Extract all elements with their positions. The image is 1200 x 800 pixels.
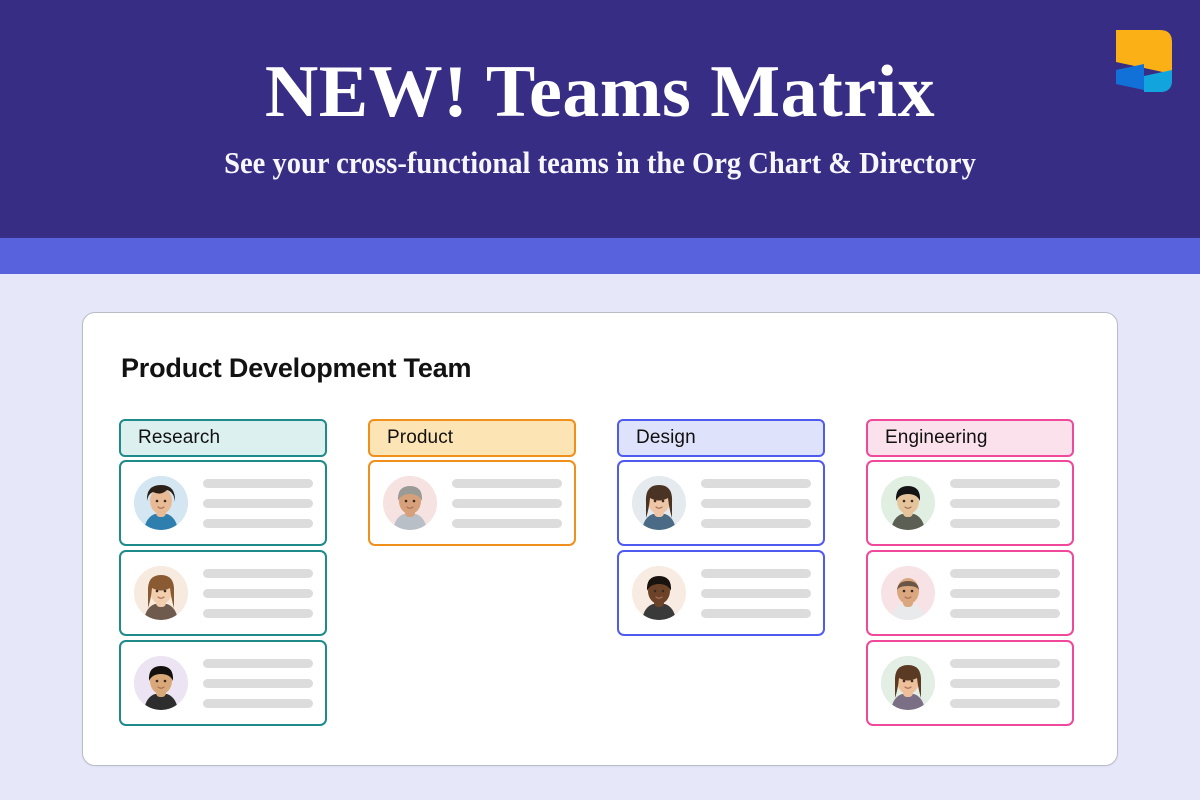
placeholder-line xyxy=(950,659,1060,668)
team-column-engineering: Engineering xyxy=(866,419,1074,726)
placeholder-line xyxy=(452,519,562,528)
member-placeholder-lines xyxy=(950,658,1060,708)
team-column-product: Product xyxy=(368,419,576,726)
member-placeholder-lines xyxy=(701,568,811,618)
placeholder-line xyxy=(203,569,313,578)
avatar-design-1 xyxy=(632,476,686,530)
placeholder-line xyxy=(701,479,811,488)
placeholder-line xyxy=(950,609,1060,618)
hero-section: NEW! Teams Matrix See your cross-functio… xyxy=(0,0,1200,238)
placeholder-line xyxy=(701,569,811,578)
placeholder-line xyxy=(950,499,1060,508)
member-placeholder-lines xyxy=(452,478,562,528)
member-placeholder-lines xyxy=(950,478,1060,528)
company-logo-icon xyxy=(1102,18,1186,102)
placeholder-line xyxy=(203,499,313,508)
column-header-research[interactable]: Research xyxy=(119,419,327,457)
avatar-research-1 xyxy=(134,476,188,530)
placeholder-line xyxy=(203,479,313,488)
member-card[interactable] xyxy=(866,640,1074,726)
placeholder-line xyxy=(701,519,811,528)
placeholder-line xyxy=(701,589,811,598)
member-card[interactable] xyxy=(119,550,327,636)
member-card[interactable] xyxy=(866,550,1074,636)
avatar-product-1 xyxy=(383,476,437,530)
placeholder-line xyxy=(452,479,562,488)
member-card[interactable] xyxy=(866,460,1074,546)
placeholder-line xyxy=(950,479,1060,488)
placeholder-line xyxy=(203,699,313,708)
avatar-engineering-2 xyxy=(881,566,935,620)
avatar-engineering-3 xyxy=(881,656,935,710)
member-card[interactable] xyxy=(119,460,327,546)
member-placeholder-lines xyxy=(701,478,811,528)
placeholder-line xyxy=(203,589,313,598)
column-header-design[interactable]: Design xyxy=(617,419,825,457)
member-placeholder-lines xyxy=(203,658,313,708)
placeholder-line xyxy=(203,519,313,528)
column-header-engineering[interactable]: Engineering xyxy=(866,419,1074,457)
member-placeholder-lines xyxy=(203,478,313,528)
member-card[interactable] xyxy=(617,550,825,636)
member-card[interactable] xyxy=(617,460,825,546)
member-card[interactable] xyxy=(368,460,576,546)
placeholder-line xyxy=(950,519,1060,528)
page-subtitle: See your cross-functional teams in the O… xyxy=(224,145,976,180)
team-columns-container: Research Product Design Engineering xyxy=(119,419,1083,726)
avatar-research-2 xyxy=(134,566,188,620)
accent-stripe xyxy=(0,238,1200,274)
member-placeholder-lines xyxy=(203,568,313,618)
promo-banner-page: NEW! Teams Matrix See your cross-functio… xyxy=(0,0,1200,800)
placeholder-line xyxy=(203,659,313,668)
page-title: NEW! Teams Matrix xyxy=(264,51,936,133)
member-placeholder-lines xyxy=(950,568,1060,618)
placeholder-line xyxy=(452,499,562,508)
team-column-design: Design xyxy=(617,419,825,726)
placeholder-line xyxy=(203,679,313,688)
member-card[interactable] xyxy=(119,640,327,726)
avatar-design-2 xyxy=(632,566,686,620)
placeholder-line xyxy=(950,569,1060,578)
avatar-research-3 xyxy=(134,656,188,710)
placeholder-line xyxy=(701,499,811,508)
placeholder-line xyxy=(950,679,1060,688)
board-title: Product Development Team xyxy=(121,353,472,383)
teams-matrix-card: Product Development Team Research Produc… xyxy=(82,312,1118,766)
column-header-product[interactable]: Product xyxy=(368,419,576,457)
team-column-research: Research xyxy=(119,419,327,726)
avatar-engineering-1 xyxy=(881,476,935,530)
placeholder-line xyxy=(701,609,811,618)
placeholder-line xyxy=(950,699,1060,708)
placeholder-line xyxy=(203,609,313,618)
placeholder-line xyxy=(950,589,1060,598)
